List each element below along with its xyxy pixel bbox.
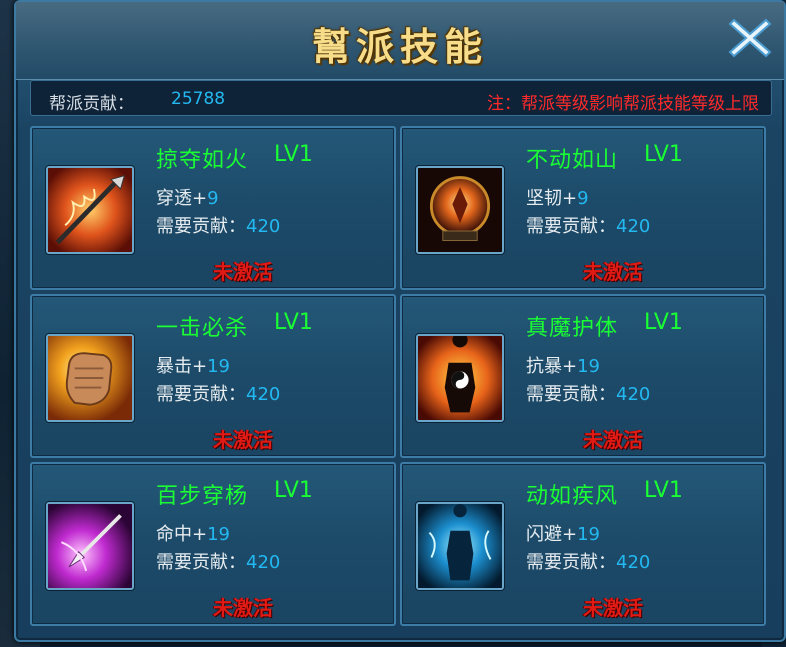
stat-name: 坚韧 xyxy=(526,188,562,209)
skill-cost: 需要贡献：420 xyxy=(526,380,650,406)
skill-name: 动如疾风 xyxy=(526,484,619,509)
cost-value: 420 xyxy=(616,384,651,405)
skill-card[interactable]: 一击必杀 LV1 暴击+19 需要贡献：420 未激活 xyxy=(30,294,396,458)
skill-name: 不动如山 xyxy=(526,148,619,173)
cost-label: 需要贡献： xyxy=(526,384,616,405)
cost-value: 420 xyxy=(246,552,281,573)
flaming-spear-icon xyxy=(46,166,134,254)
contribution-value: 25788 xyxy=(171,89,226,109)
skill-name: 一击必杀 xyxy=(156,316,249,341)
stat-value: 19 xyxy=(577,524,600,545)
skill-name: 真魔护体 xyxy=(526,316,619,341)
skill-level: LV1 xyxy=(274,142,313,167)
skill-name: 掠夺如火 xyxy=(156,148,249,173)
skill-card[interactable]: 动如疾风 LV1 闪避+19 需要贡献：420 未激活 xyxy=(400,462,766,626)
skill-card[interactable]: 掠夺如火 LV1 穿透+9 需要贡献：420 未激活 xyxy=(30,126,396,290)
stat-value: 19 xyxy=(207,524,230,545)
stat-name: 暴击 xyxy=(156,356,192,377)
status-badge: 未激活 xyxy=(213,428,273,452)
stat-plus: + xyxy=(192,188,208,209)
cost-value: 420 xyxy=(616,216,651,237)
magic-arrow-icon xyxy=(46,502,134,590)
stat-plus: + xyxy=(562,524,578,545)
skill-level: LV1 xyxy=(274,478,313,503)
skill-level: LV1 xyxy=(274,310,313,335)
close-button[interactable] xyxy=(724,12,776,64)
wind-silhouette-icon xyxy=(416,502,504,590)
skill-level: LV1 xyxy=(644,142,683,167)
stat-plus: + xyxy=(562,188,578,209)
skill-card[interactable]: 不动如山 LV1 坚韧+9 需要贡献：420 未激活 xyxy=(400,126,766,290)
fire-shield-icon xyxy=(416,166,504,254)
skill-stat: 坚韧+9 xyxy=(526,184,589,210)
cost-label: 需要贡献： xyxy=(156,552,246,573)
stat-plus: + xyxy=(192,524,208,545)
yinyang-flame-body-icon xyxy=(416,334,504,422)
stat-name: 命中 xyxy=(156,524,192,545)
skill-stat: 抗暴+19 xyxy=(526,352,600,378)
skill-stat: 暴击+19 xyxy=(156,352,230,378)
cost-label: 需要贡献： xyxy=(526,552,616,573)
skill-cost: 需要贡献：420 xyxy=(156,212,280,238)
status-badge: 未激活 xyxy=(583,596,643,620)
contribution-label: 帮派贡献： xyxy=(49,94,134,114)
skill-stat: 闪避+19 xyxy=(526,520,600,546)
cost-value: 420 xyxy=(616,552,651,573)
stat-value: 19 xyxy=(207,356,230,377)
status-badge: 未激活 xyxy=(213,596,273,620)
skill-level: LV1 xyxy=(644,310,683,335)
skill-level: LV1 xyxy=(644,478,683,503)
status-badge: 未激活 xyxy=(583,428,643,452)
stat-value: 19 xyxy=(577,356,600,377)
flaming-fist-icon xyxy=(46,334,134,422)
cost-value: 420 xyxy=(246,216,281,237)
level-note: 注：帮派等级影响帮派技能等级上限 xyxy=(487,94,759,114)
skill-cost: 需要贡献：420 xyxy=(156,548,280,574)
stat-name: 抗暴 xyxy=(526,356,562,377)
stat-name: 穿透 xyxy=(156,188,192,209)
panel-title: 幫派技能 xyxy=(311,24,488,69)
skill-cost: 需要贡献：420 xyxy=(156,380,280,406)
cost-value: 420 xyxy=(246,384,281,405)
title-bar: 幫派技能 xyxy=(16,2,784,80)
skill-stat: 穿透+9 xyxy=(156,184,219,210)
skill-cost: 需要贡献：420 xyxy=(526,548,650,574)
stat-plus: + xyxy=(562,356,578,377)
status-badge: 未激活 xyxy=(583,260,643,284)
stat-plus: + xyxy=(192,356,208,377)
stat-name: 闪避 xyxy=(526,524,562,545)
skill-stat: 命中+19 xyxy=(156,520,230,546)
skill-card[interactable]: 真魔护体 LV1 抗暴+19 需要贡献：420 未激活 xyxy=(400,294,766,458)
status-badge: 未激活 xyxy=(213,260,273,284)
skill-name: 百步穿杨 xyxy=(156,484,249,509)
stat-value: 9 xyxy=(207,188,219,209)
skill-cost: 需要贡献：420 xyxy=(526,212,650,238)
cost-label: 需要贡献： xyxy=(526,216,616,237)
contribution-bar: 帮派贡献： 25788 注：帮派等级影响帮派技能等级上限 xyxy=(30,80,772,116)
stat-value: 9 xyxy=(577,188,589,209)
cost-label: 需要贡献： xyxy=(156,384,246,405)
cost-label: 需要贡献： xyxy=(156,216,246,237)
skill-card[interactable]: 百步穿杨 LV1 命中+19 需要贡献：420 未激活 xyxy=(30,462,396,626)
skills-grid: 掠夺如火 LV1 穿透+9 需要贡献：420 未激活 不动如山 LV1 坚韧+9… xyxy=(30,126,778,628)
close-x-icon xyxy=(728,18,772,58)
guild-skills-panel: 幫派技能 帮派贡献： 25788 注：帮派等级影响帮派技能等级上限 掠夺如火 L… xyxy=(14,0,786,642)
